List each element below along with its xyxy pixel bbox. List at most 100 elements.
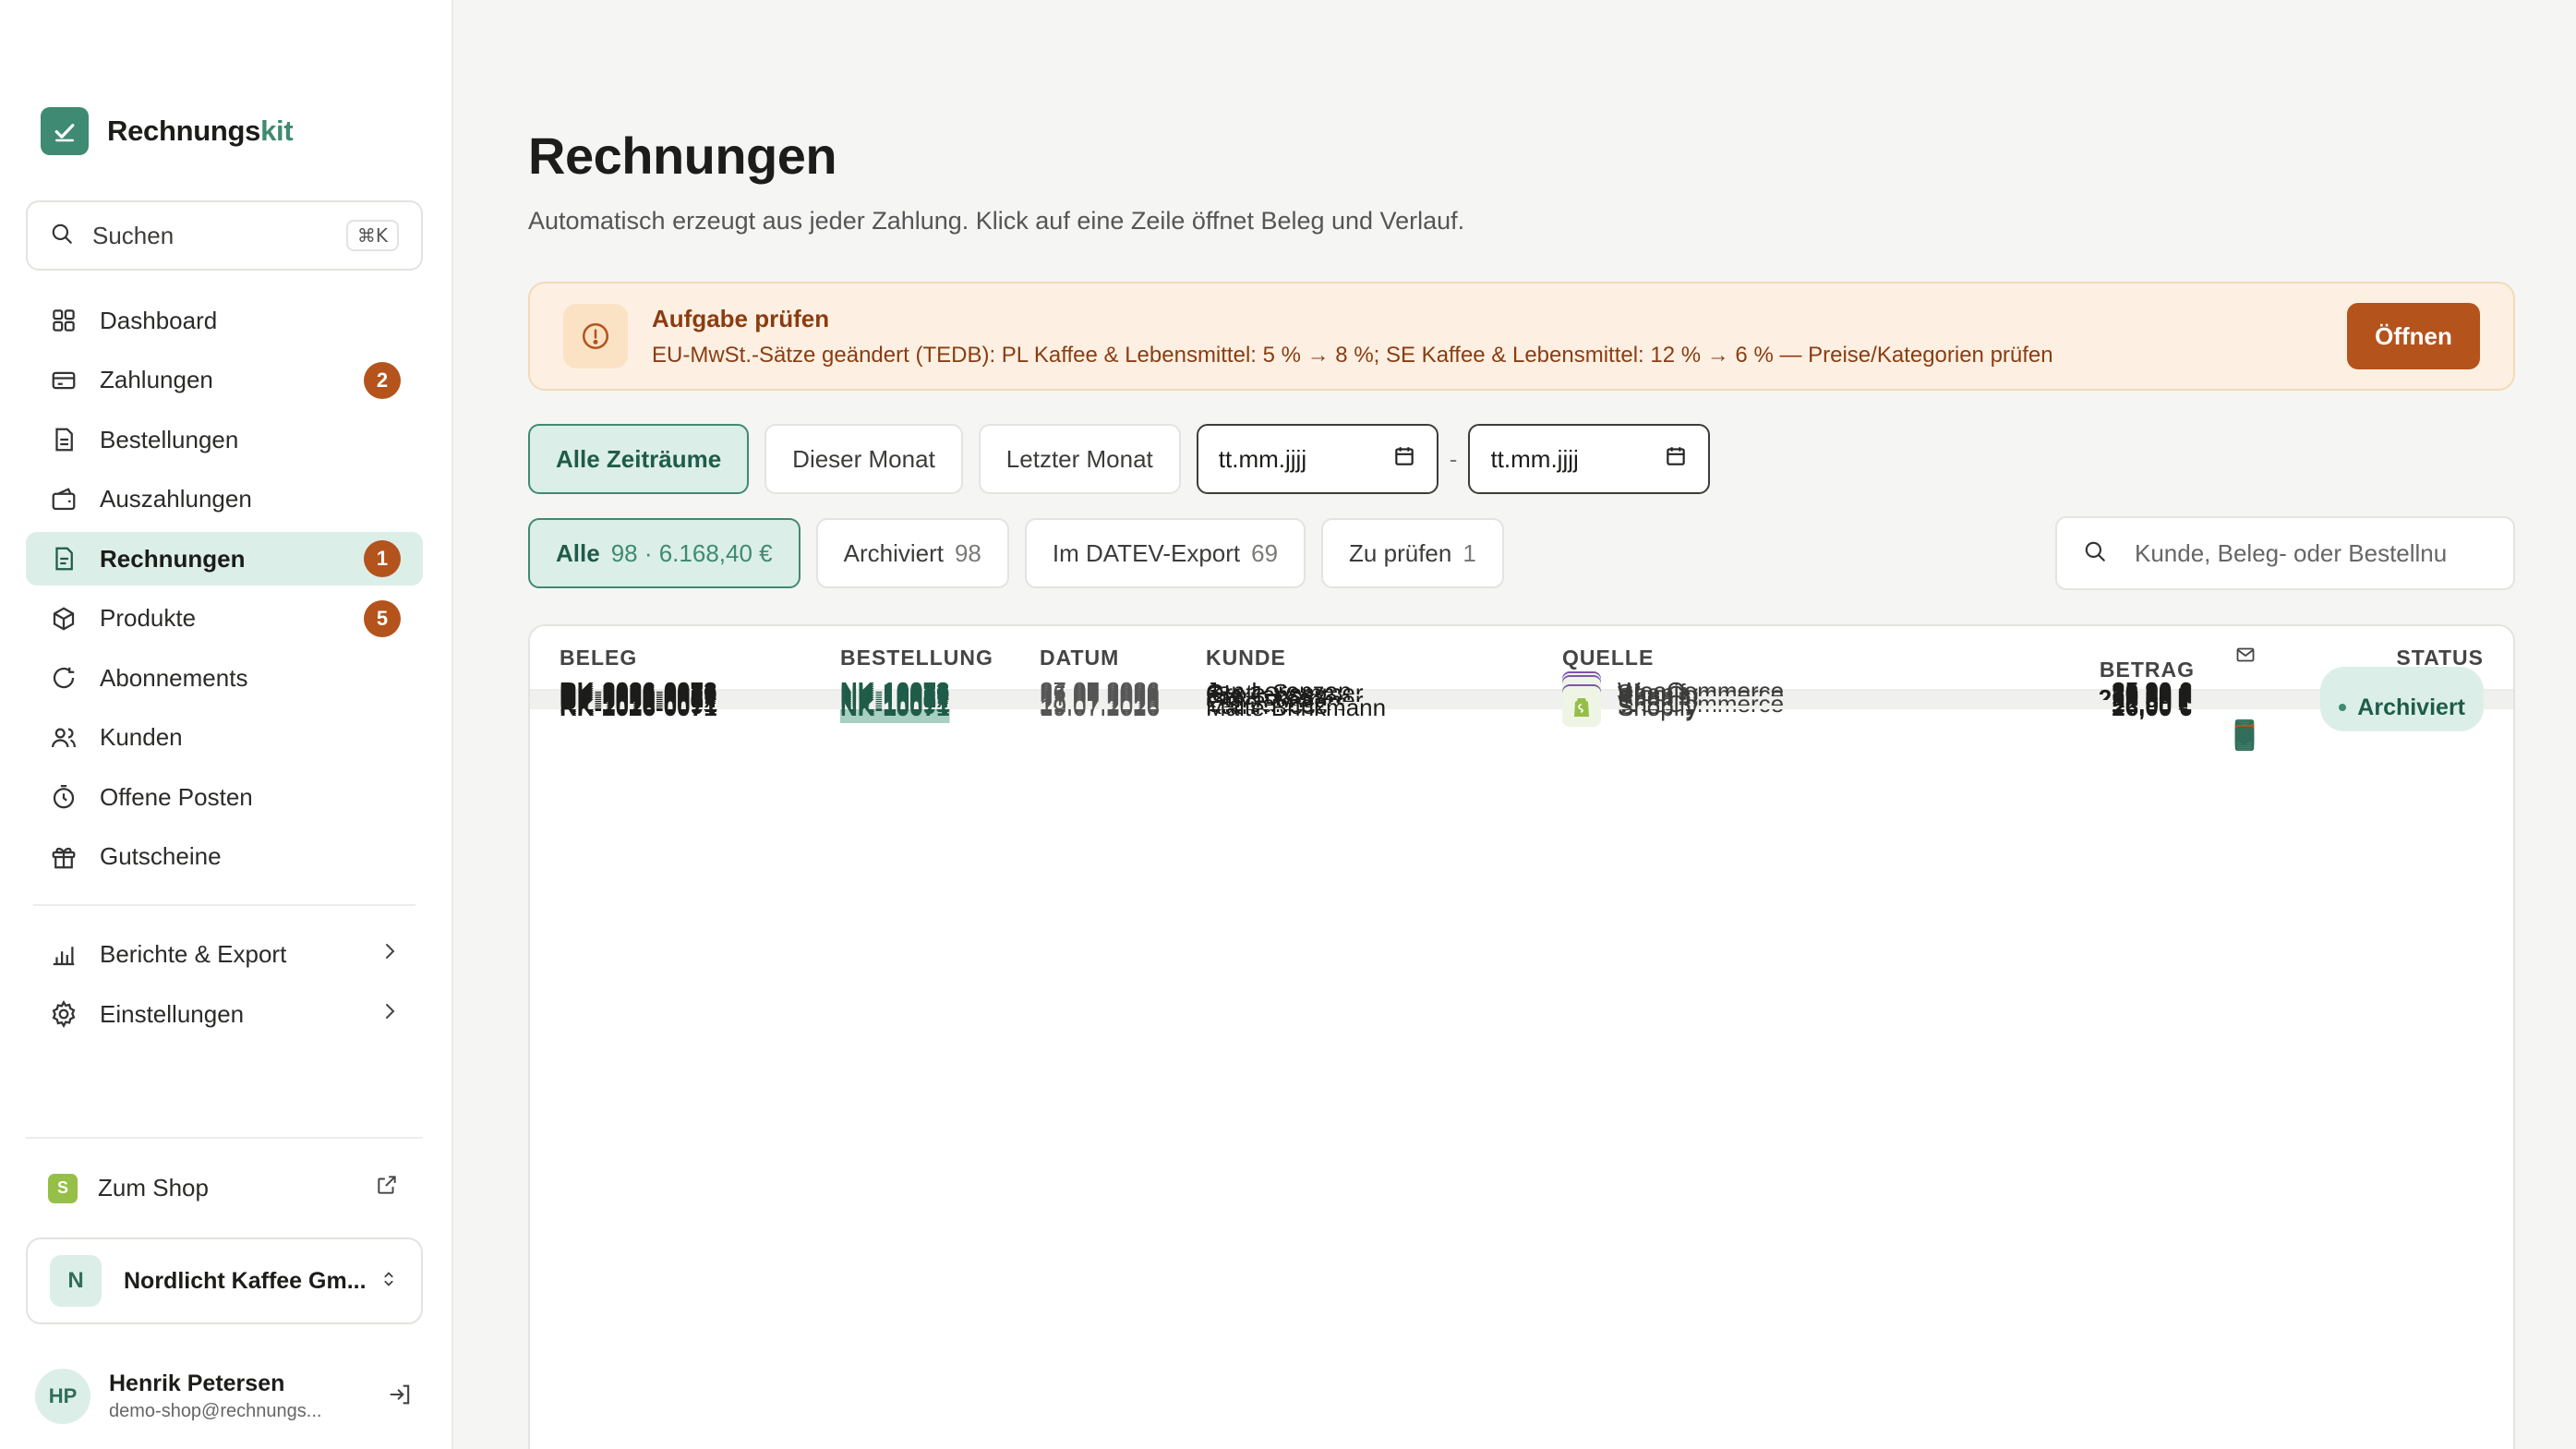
to-shop-link[interactable]: S Zum Shop bbox=[48, 1173, 399, 1203]
user-email: demo-shop@rechnungs... bbox=[109, 1401, 322, 1421]
table-search-input[interactable] bbox=[2135, 538, 2449, 568]
org-avatar: N bbox=[50, 1255, 102, 1307]
sidebar-item-zahlungen[interactable]: Zahlungen 2 bbox=[26, 354, 423, 407]
document-icon bbox=[48, 424, 79, 455]
date-separator: - bbox=[1449, 444, 1458, 473]
user-avatar: HP bbox=[35, 1369, 90, 1424]
org-name: Nordlicht Kaffee Gm... bbox=[124, 1267, 367, 1294]
invoice-table: BELEG BESTELLUNG DATUM KUNDE QUELLE BETR… bbox=[528, 624, 2515, 1449]
sidebar-item-label: Gutscheine bbox=[100, 842, 222, 870]
sidebar-search[interactable]: Suchen ⌘K bbox=[26, 200, 423, 271]
external-link-icon bbox=[375, 1173, 399, 1203]
filter-count: 98 · 6.168,40 € bbox=[610, 538, 773, 567]
gift-icon bbox=[48, 841, 79, 873]
chevron-up-down-icon bbox=[379, 1267, 399, 1296]
sidebar-item-offene-posten[interactable]: Offene Posten bbox=[26, 770, 423, 824]
users-icon bbox=[48, 722, 79, 754]
sidebar-item-label: Offene Posten bbox=[100, 782, 253, 811]
filter-status-datev[interactable]: Im DATEV-Export 69 bbox=[1024, 518, 1306, 588]
sidebar-item-label: Zahlungen bbox=[100, 366, 213, 393]
sidebar-item-label: Einstellungen bbox=[100, 999, 245, 1028]
mail-sent-icon[interactable] bbox=[2233, 731, 2257, 762]
brand[interactable]: Rechnungskit bbox=[41, 107, 294, 155]
invoice-icon bbox=[48, 543, 79, 574]
filter-label: Alle bbox=[556, 538, 600, 567]
sidebar-item-label: Berichte & Export bbox=[100, 940, 287, 968]
sidebar-item-dashboard[interactable]: Dashboard bbox=[26, 294, 423, 347]
col-header-quelle[interactable]: QUELLE bbox=[1562, 646, 1654, 670]
chevron-right-icon bbox=[379, 1000, 401, 1029]
sidebar-nav: Dashboard Zahlungen 2 Bestellungen Ausza… bbox=[26, 294, 423, 1047]
search-label: Suchen bbox=[92, 221, 175, 249]
filter-label: Im DATEV-Export bbox=[1052, 538, 1241, 567]
col-header-kunde[interactable]: KUNDE bbox=[1206, 646, 1286, 670]
filter-last-month[interactable]: Letzter Monat bbox=[978, 424, 1181, 494]
count-badge: 1 bbox=[364, 540, 401, 577]
page-subtitle: Automatisch erzeugt aus jeder Zahlung. K… bbox=[528, 207, 1465, 235]
col-header-bestellung[interactable]: BESTELLUNG bbox=[840, 646, 993, 670]
sidebar-item-auszahlungen[interactable]: Auszahlungen bbox=[26, 473, 423, 526]
filter-count: 98 bbox=[954, 538, 981, 567]
count-badge: 2 bbox=[364, 361, 401, 399]
logout-icon[interactable] bbox=[388, 1382, 414, 1412]
sidebar-item-produkte[interactable]: Produkte 5 bbox=[26, 592, 423, 646]
cell-datum: 19.07.2026 bbox=[1040, 693, 1161, 721]
cell-betrag: 26,00 € bbox=[2112, 693, 2192, 721]
alert-circle-icon bbox=[563, 304, 628, 368]
sidebar-item-einstellungen[interactable]: Einstellungen bbox=[26, 987, 423, 1041]
sidebar-bottom-divider bbox=[26, 1137, 423, 1139]
filter-all-periods[interactable]: Alle Zeiträume bbox=[528, 424, 750, 494]
user-name: Henrik Petersen bbox=[109, 1371, 285, 1396]
box-icon bbox=[48, 603, 79, 634]
card-icon bbox=[48, 365, 79, 396]
organization-switcher[interactable]: N Nordlicht Kaffee Gm... bbox=[26, 1238, 423, 1324]
date-from-input[interactable]: tt.mm.jjjj bbox=[1196, 424, 1438, 494]
period-filters: Alle Zeiträume Dieser Monat Letzter Mona… bbox=[528, 424, 1711, 494]
brand-name: Rechnungskit bbox=[107, 115, 294, 147]
user-profile[interactable]: HP Henrik Petersen demo-shop@rechnungs..… bbox=[35, 1369, 414, 1424]
alert-title: Aufgabe prüfen bbox=[652, 304, 830, 332]
table-header: BELEG BESTELLUNG DATUM KUNDE QUELLE BETR… bbox=[530, 626, 2513, 691]
status-filters: Alle 98 · 6.168,40 € Archiviert 98 Im DA… bbox=[528, 518, 1520, 588]
col-header-datum[interactable]: DATUM bbox=[1040, 646, 1119, 670]
sidebar-divider bbox=[33, 903, 415, 906]
count-badge: 5 bbox=[364, 599, 401, 637]
sidebar-item-label: Produkte bbox=[100, 604, 197, 632]
col-header-beleg[interactable]: BELEG bbox=[560, 646, 637, 670]
refresh-icon bbox=[48, 662, 79, 694]
sidebar-item-label: Bestellungen bbox=[100, 425, 239, 453]
filter-status-alle[interactable]: Alle 98 · 6.168,40 € bbox=[528, 518, 800, 588]
calendar-icon[interactable] bbox=[1392, 444, 1416, 475]
shopify-icon bbox=[1562, 688, 1601, 727]
brand-check-icon bbox=[41, 107, 89, 155]
gear-icon bbox=[48, 998, 79, 1030]
sidebar-item-abonnements[interactable]: Abonnements bbox=[26, 651, 423, 705]
filter-this-month[interactable]: Dieser Monat bbox=[764, 424, 963, 494]
cell-beleg: RK-2026-0071 bbox=[560, 693, 717, 721]
sidebar: Rechnungskit Suchen ⌘K Dashboard Zahlung… bbox=[0, 0, 453, 1449]
cell-bestellung-link[interactable]: NK-10071 bbox=[840, 694, 950, 722]
status-label: Archiviert bbox=[2357, 694, 2465, 720]
filter-label: Zu prüfen bbox=[1349, 538, 1452, 567]
to-shop-label: Zum Shop bbox=[98, 1174, 209, 1201]
filter-status-zu-pruefen[interactable]: Zu prüfen 1 bbox=[1321, 518, 1504, 588]
filter-count: 69 bbox=[1251, 538, 1279, 567]
sidebar-item-label: Auszahlungen bbox=[100, 485, 252, 513]
sidebar-item-gutscheine[interactable]: Gutscheine bbox=[26, 830, 423, 884]
sidebar-item-berichte-export[interactable]: Berichte & Export bbox=[26, 928, 423, 982]
status-dot bbox=[2339, 704, 2347, 711]
sidebar-item-bestellungen[interactable]: Bestellungen bbox=[26, 413, 423, 466]
sidebar-item-rechnungen[interactable]: Rechnungen 1 bbox=[26, 532, 423, 586]
sidebar-item-kunden[interactable]: Kunden bbox=[26, 711, 423, 765]
alert-description: EU-MwSt.-Sätze geändert (TEDB): PL Kaffe… bbox=[652, 342, 2053, 368]
table-search[interactable] bbox=[2055, 516, 2515, 590]
calendar-icon[interactable] bbox=[1664, 444, 1688, 475]
filter-status-archiviert[interactable]: Archiviert 98 bbox=[815, 518, 1009, 588]
sidebar-item-label: Rechnungen bbox=[100, 544, 246, 573]
quelle-label: Shopify bbox=[1618, 693, 1698, 721]
shopify-icon: S bbox=[48, 1173, 78, 1203]
date-to-input[interactable]: tt.mm.jjjj bbox=[1468, 424, 1711, 494]
sidebar-item-label: Kunden bbox=[100, 723, 183, 751]
table-row[interactable]: RK-2026-0071 NK-10071 19.07.2026 Malte Brin… bbox=[530, 683, 2513, 752]
alert-open-button[interactable]: Öffnen bbox=[2347, 303, 2480, 369]
